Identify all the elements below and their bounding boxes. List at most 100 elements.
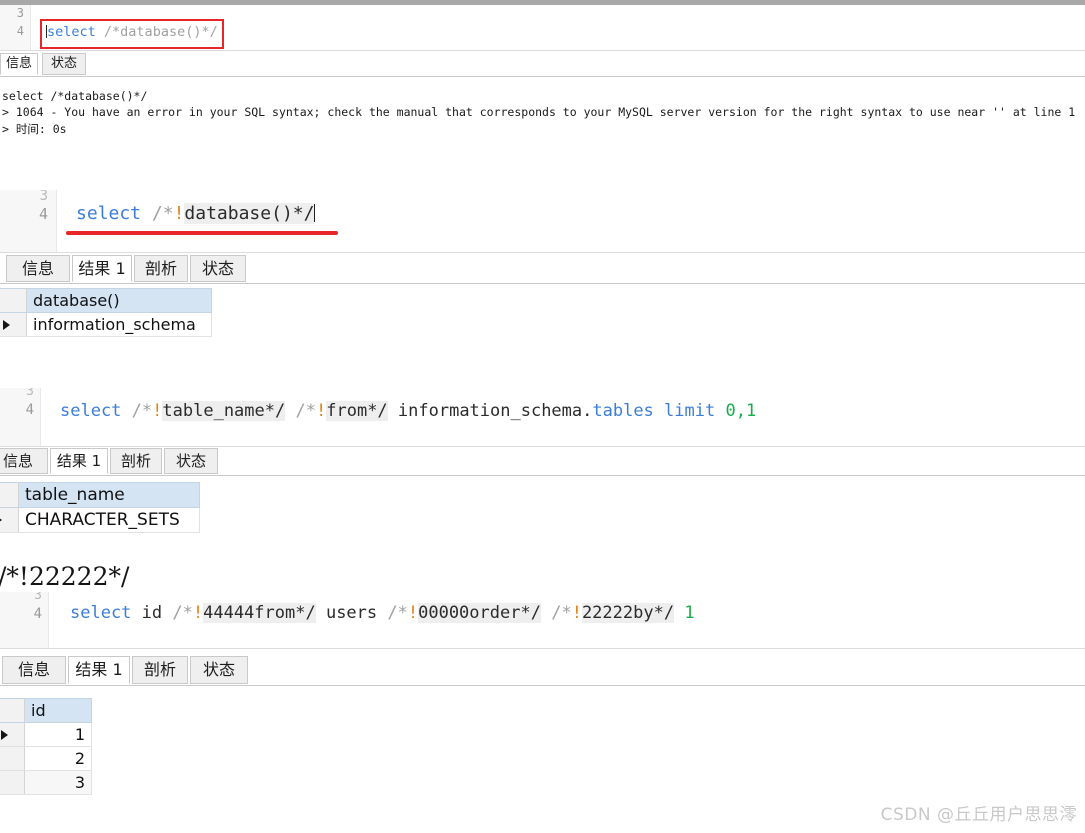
sql-token-inline-body: database() [184, 203, 293, 224]
result-tabbar-2[interactable]: 信息 结果 1 剖析 状态 [0, 255, 1085, 284]
sql-query-1[interactable]: select /*database()*/ [46, 24, 218, 40]
tab-status-1[interactable]: 状态 [42, 53, 86, 75]
tab-label: 结果 1 [56, 452, 102, 470]
sql-query-3[interactable]: select /*!table_name*/ /*!from*/ informa… [60, 401, 756, 421]
sql-token-space [541, 603, 551, 623]
sql-token-bang: ! [192, 603, 204, 623]
sql-token-bang: ! [407, 603, 419, 623]
tab-label: 信息 [17, 660, 50, 679]
sql-token-comment-close: */ [292, 203, 315, 224]
row-marker-header [0, 288, 27, 313]
tab-profile-3[interactable]: 剖析 [110, 448, 162, 474]
tab-label: 信息 [21, 259, 54, 278]
cell-id-value[interactable]: 2 [24, 746, 92, 771]
sql-token-inline-body: 00000order [418, 603, 521, 623]
tab-status-3[interactable]: 状态 [164, 448, 218, 474]
panel-2: 3 4 select /*!database()*/ 信息 结果 1 剖析 状态… [0, 190, 1085, 358]
line-number-4: 4 [25, 402, 34, 418]
sql-token-comment-open: /* [295, 401, 316, 421]
sql-token-comment-close: */ [653, 603, 675, 623]
table-row[interactable]: 2 [0, 746, 92, 771]
sql-token-space [674, 603, 684, 623]
sql-token-keyword-select: select [60, 401, 122, 421]
column-header-database[interactable]: database() [26, 288, 212, 313]
sql-token-comment-close: */ [264, 401, 286, 421]
cell-id-value[interactable]: 1 [24, 722, 92, 747]
result-grid-3[interactable]: table_name CHARACTER_SETS [0, 482, 200, 533]
result-tabbar-4[interactable]: 信息 结果 1 剖析 状态 [0, 656, 1085, 686]
current-row-triangle-icon [0, 515, 2, 525]
tab-status-2[interactable]: 状态 [190, 255, 246, 282]
panel-1: 3 4 select /*database()*/ 信息 状态 select /… [0, 5, 1085, 136]
table-row[interactable]: information_schema [0, 312, 212, 337]
row-marker-header [0, 698, 25, 723]
cell-table-name-value[interactable]: CHARACTER_SETS [18, 507, 200, 533]
note-inline-comment-version: /*!22222*/ [0, 562, 130, 591]
sql-token-space [654, 401, 664, 421]
sql-token-space [141, 203, 152, 224]
cell-id-value[interactable]: 3 [24, 770, 92, 795]
tab-result-2[interactable]: 结果 1 [72, 255, 132, 282]
sql-token-comment-close: */ [520, 603, 541, 623]
line-number-4: 4 [38, 205, 48, 223]
result-grid-4[interactable]: id 1 2 3 [0, 698, 92, 795]
table-header-row: database() [0, 288, 212, 313]
tab-result-3[interactable]: 结果 1 [50, 448, 108, 474]
sql-token-space [715, 401, 725, 421]
tab-label: 信息 [2, 452, 33, 470]
sql-editor-3[interactable]: 3 4 select /*!table_name*/ /*!from*/ inf… [0, 388, 1085, 447]
annotation-red-underline-2 [66, 231, 338, 235]
result-grid-2[interactable]: database() information_schema [0, 288, 212, 337]
sql-editor-1[interactable]: 3 4 select /*database()*/ [0, 5, 1085, 51]
tab-label: 结果 1 [75, 660, 123, 679]
tab-label: 状态 [175, 452, 206, 470]
tab-profile-2[interactable]: 剖析 [134, 255, 188, 282]
tab-label: 状态 [201, 259, 234, 278]
text-caret-2 [314, 203, 316, 222]
sql-editor-4[interactable]: 3 4 select id /*!44444from*/ users /*!00… [0, 592, 1085, 649]
tab-label: 剖析 [120, 452, 151, 470]
sql-editor-2[interactable]: 3 4 select /*!database()*/ [0, 190, 1085, 253]
result-tabbar-3[interactable]: 信息 结果 1 剖析 状态 [0, 448, 1085, 476]
sql-token-comment-open: /* [172, 603, 193, 623]
sql-token-bang: ! [315, 401, 327, 421]
sql-token-space [121, 401, 131, 421]
sql-token-comment-close: */ [367, 401, 388, 421]
sql-token-column-id: id [131, 603, 173, 623]
sql-token-table-users: users [315, 603, 388, 623]
sql-token-comment-open: /* [551, 603, 572, 623]
line-number-3: 3 [39, 190, 48, 204]
line-number-3: 3 [34, 592, 42, 603]
console-line-time-1: > 时间: 0s [2, 122, 67, 136]
sql-query-2[interactable]: select /*!database()*/ [76, 203, 316, 224]
tab-info-1[interactable]: 信息 [0, 53, 38, 75]
tab-info-3[interactable]: 信息 [0, 448, 48, 474]
cell-database-value[interactable]: information_schema [26, 312, 212, 337]
sql-token-bang: ! [571, 603, 582, 623]
table-row[interactable]: CHARACTER_SETS [0, 507, 200, 533]
sql-token-comment-close: */ [295, 603, 316, 623]
column-header-table-name[interactable]: table_name [18, 482, 200, 508]
column-header-id[interactable]: id [24, 698, 92, 723]
table-row[interactable]: 3 [0, 770, 92, 795]
sql-query-4[interactable]: select id /*!44444from*/ users /*!00000o… [70, 603, 695, 623]
result-tabbar-1[interactable]: 信息 状态 [0, 53, 1085, 77]
tab-info-4[interactable]: 信息 [2, 656, 66, 684]
tab-profile-4[interactable]: 剖析 [132, 656, 188, 684]
table-row[interactable]: 1 [0, 722, 92, 747]
console-line-query-1: select /*database()*/ [2, 89, 148, 103]
sql-token-comment-open: /* [131, 401, 153, 421]
tab-result-4[interactable]: 结果 1 [68, 656, 130, 684]
tab-label: 结果 1 [78, 259, 126, 278]
tab-status-4[interactable]: 状态 [190, 656, 248, 684]
sql-token-keyword-limit: limit [664, 401, 716, 421]
sql-token-space [96, 24, 104, 40]
sql-token-inline-body: 22222by [581, 603, 654, 623]
tab-label: 信息 [5, 56, 32, 71]
tab-info-2[interactable]: 信息 [6, 255, 70, 282]
sql-token-inline-body: 44444from [203, 603, 296, 623]
sql-token-keyword-tables: tables [592, 401, 654, 421]
row-marker-cell [0, 746, 25, 771]
panel-4: /*!22222*/ 3 4 select id /*!44444from*/ … [0, 560, 1085, 833]
sql-token-table-ref: information_schema. [387, 401, 593, 421]
